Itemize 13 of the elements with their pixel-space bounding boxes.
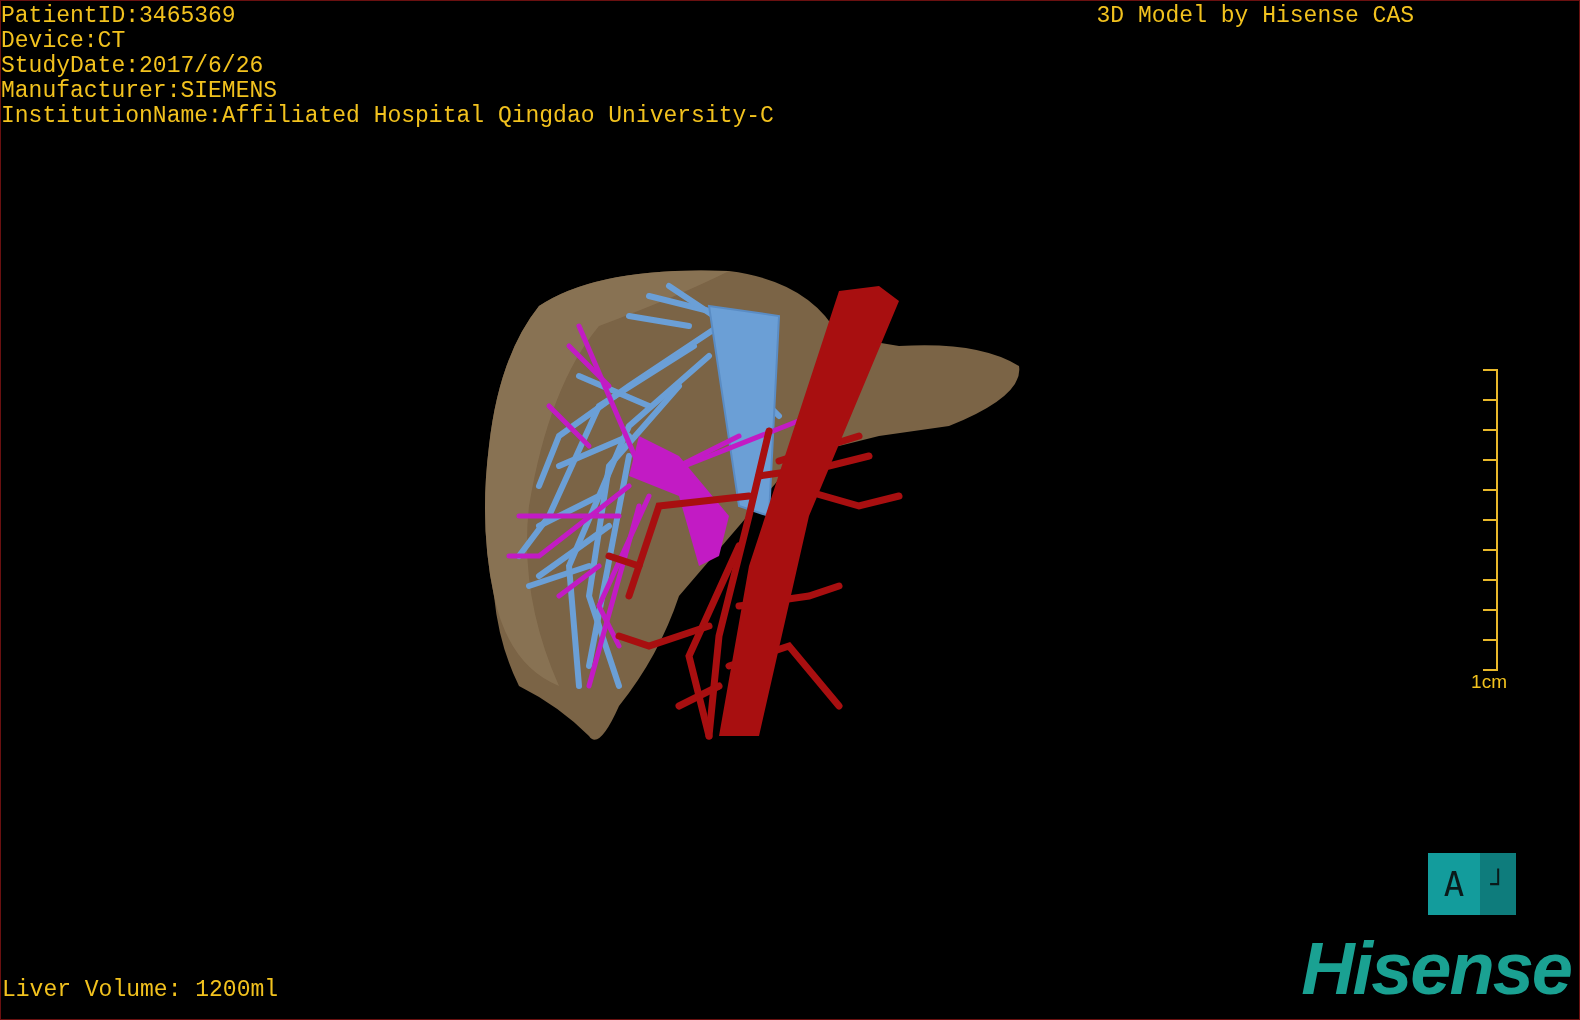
study-info-text: InstitutionName:Affiliated Hospital Qingdao University-C bbox=[1, 104, 774, 129]
study-info-text: Manufacturer:SIEMENS bbox=[1, 79, 279, 104]
brand-logo: Hisense bbox=[1301, 937, 1572, 1001]
orientation-cube[interactable]: A ┘ bbox=[1428, 853, 1516, 915]
liver-volume-text: Liver Volume: 1200ml bbox=[1, 978, 279, 1003]
viewer-title: 3D Model by Hisense CAS bbox=[1096, 4, 1414, 31]
cube-side-face: ┘ bbox=[1480, 853, 1516, 915]
cube-front-face: A bbox=[1428, 853, 1480, 915]
ruler-icon bbox=[1481, 369, 1501, 671]
study-info-text: StudyDate:2017/6/26 bbox=[1, 54, 265, 79]
study-info-text: PatientID:3465369 bbox=[1, 4, 237, 29]
study-info-text: Device:CT bbox=[1, 29, 127, 54]
scale-label: 1cm bbox=[1471, 671, 1507, 693]
